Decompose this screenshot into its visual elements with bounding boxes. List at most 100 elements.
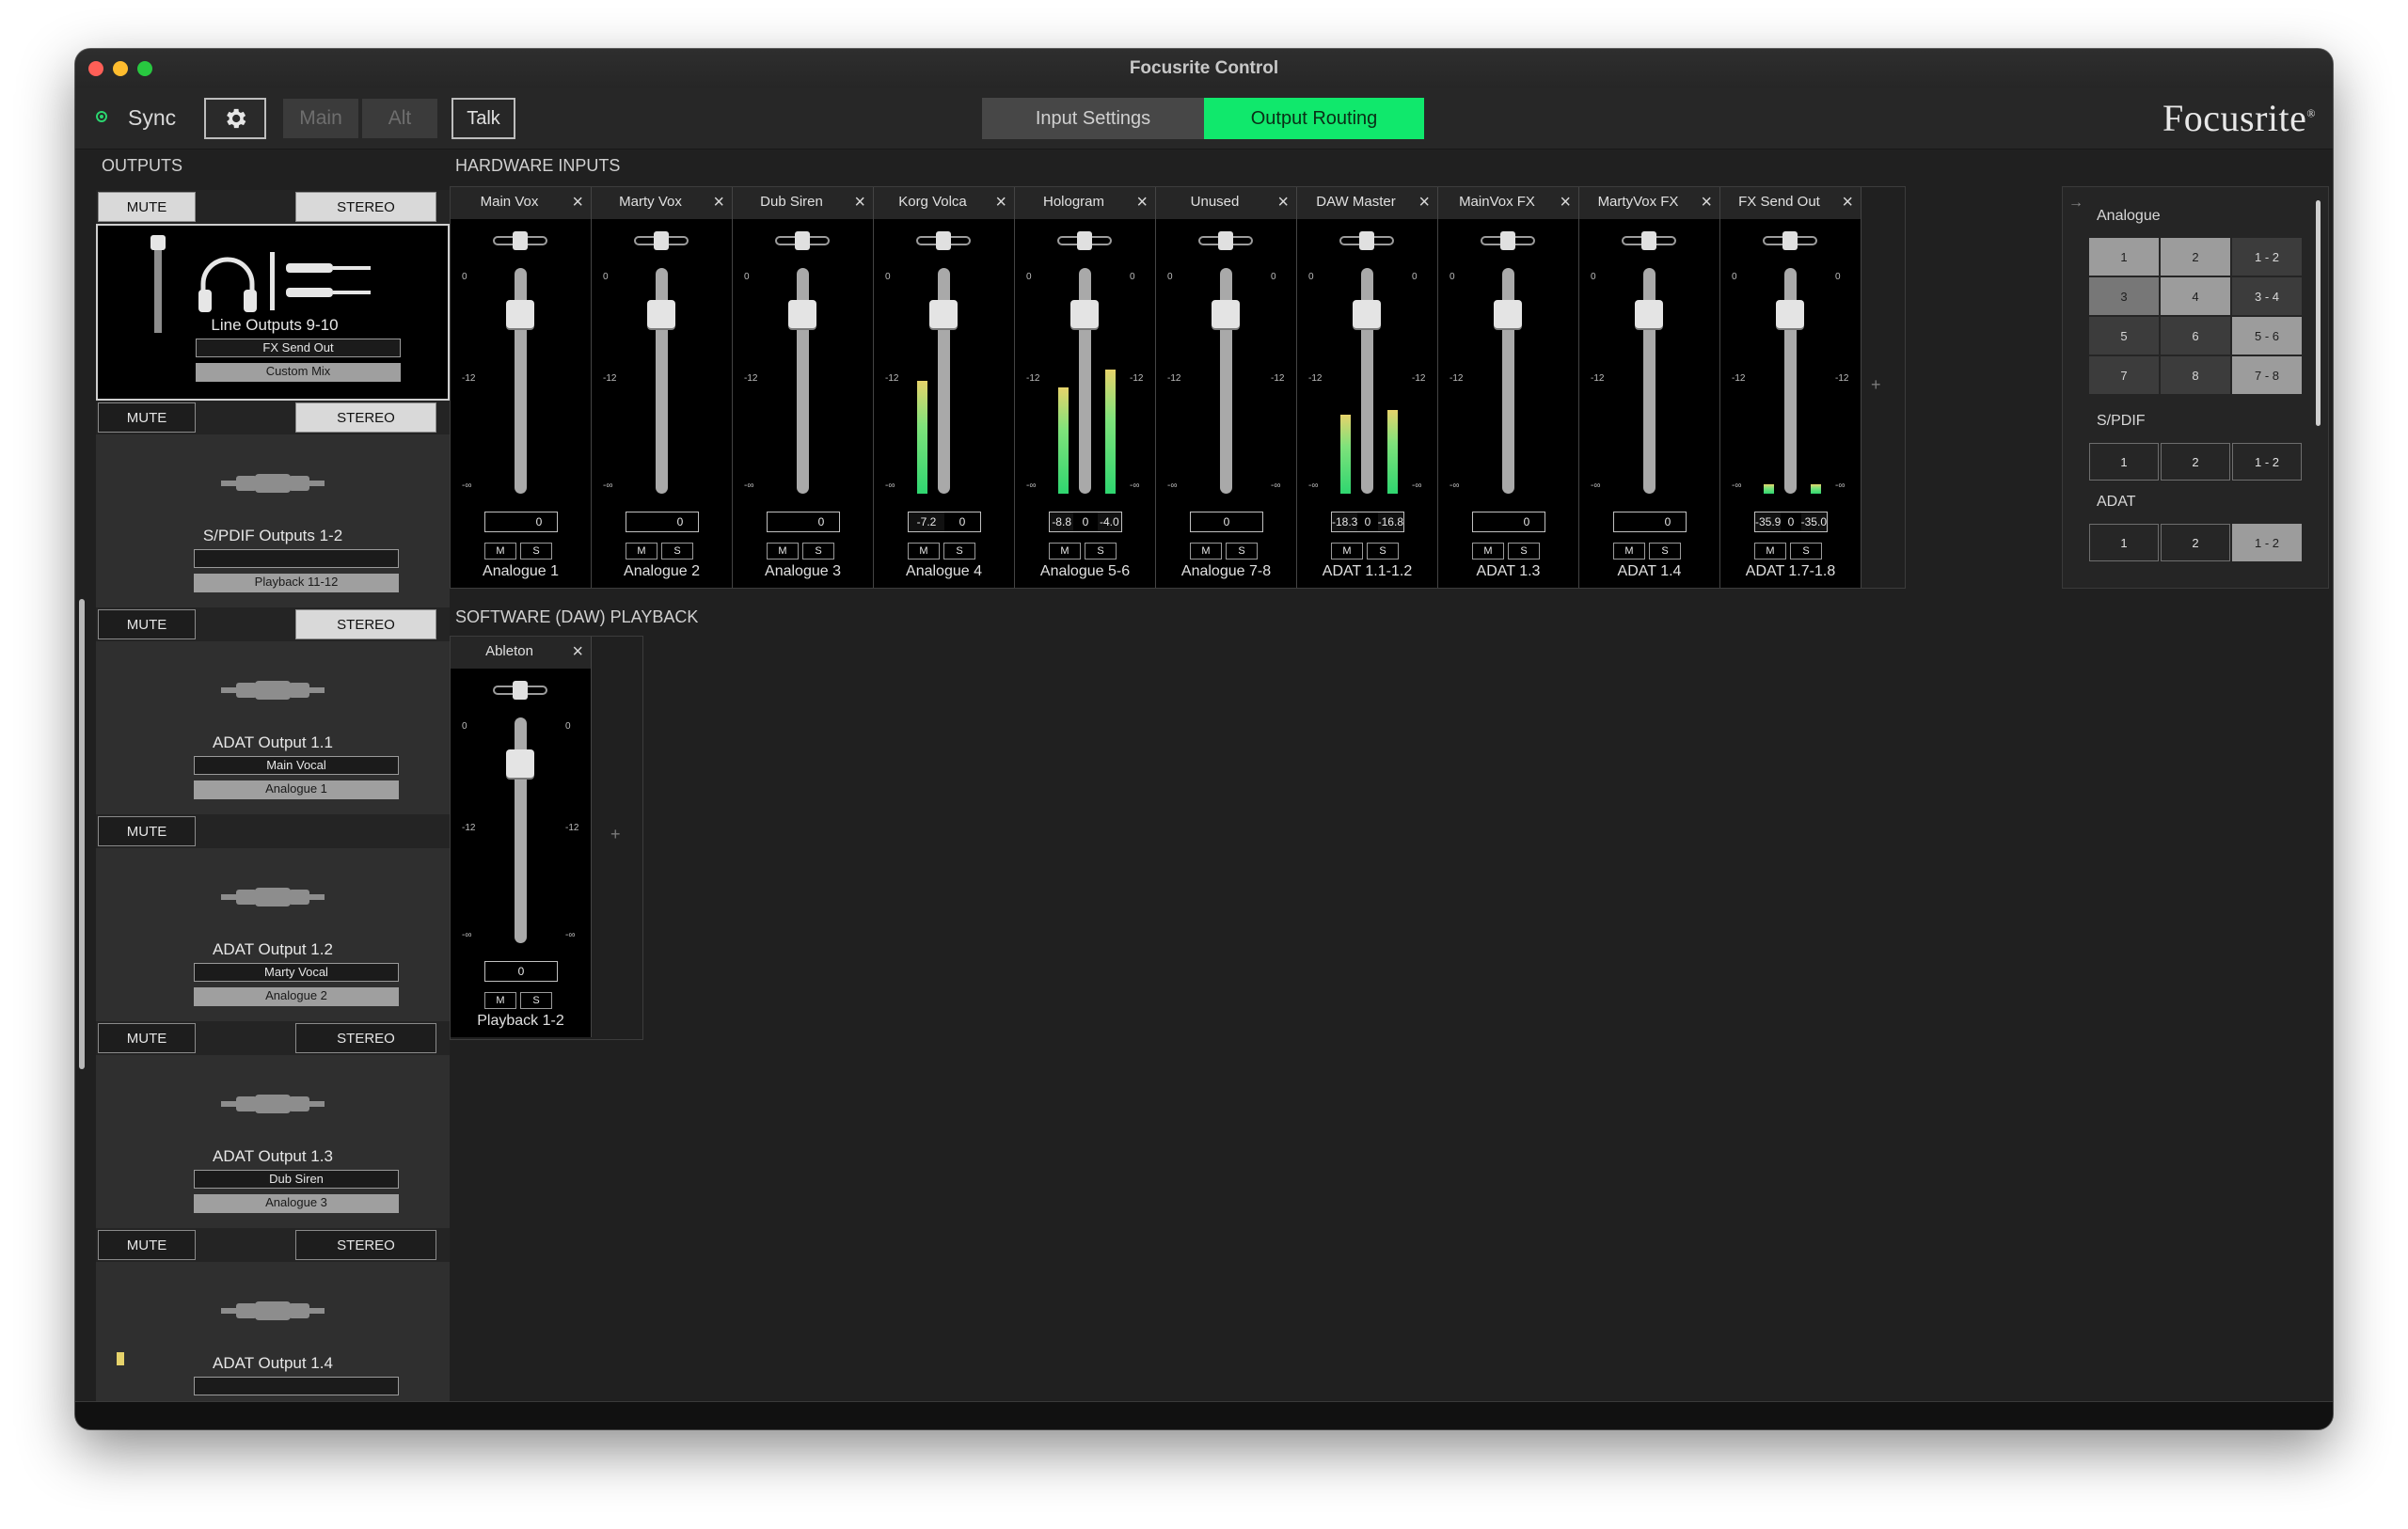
- output-card[interactable]: ADAT Output 1.2 Marty Vocal Analogue 2: [96, 848, 450, 1021]
- routing-channel-button[interactable]: 4: [2161, 277, 2230, 315]
- solo-button[interactable]: S: [802, 543, 834, 560]
- routing-channel-button[interactable]: 7: [2089, 356, 2159, 394]
- strip-name[interactable]: MartyVox FX: [1579, 194, 1697, 210]
- output-mix-name-field[interactable]: Main Vocal: [194, 756, 399, 775]
- settings-button[interactable]: [204, 98, 266, 139]
- mute-button[interactable]: M: [484, 543, 516, 560]
- remove-strip-icon[interactable]: ×: [1136, 193, 1148, 212]
- routing-channel-button[interactable]: 7 - 8: [2232, 356, 2302, 394]
- mute-button[interactable]: MUTE: [98, 192, 196, 222]
- stereo-button[interactable]: STEREO: [295, 1230, 436, 1260]
- mute-button[interactable]: M: [1049, 543, 1081, 560]
- solo-button[interactable]: S: [1790, 543, 1822, 560]
- routing-channel-button[interactable]: 1: [2089, 238, 2159, 276]
- volume-fader-handle[interactable]: [506, 749, 534, 778]
- strip-name[interactable]: DAW Master: [1297, 194, 1415, 210]
- stereo-button[interactable]: STEREO: [295, 402, 436, 433]
- remove-strip-icon[interactable]: ×: [1560, 193, 1571, 212]
- pan-slider[interactable]: [916, 231, 971, 250]
- gain-readout[interactable]: 0: [484, 512, 558, 532]
- routing-channel-button[interactable]: 1 - 2: [2232, 524, 2302, 561]
- strip-name[interactable]: MainVox FX: [1438, 194, 1556, 210]
- pan-slider[interactable]: [493, 681, 547, 700]
- add-playback-button[interactable]: +: [610, 825, 621, 844]
- solo-button[interactable]: S: [1085, 543, 1117, 560]
- remove-strip-icon[interactable]: ×: [1701, 193, 1712, 212]
- solo-button[interactable]: S: [520, 992, 552, 1009]
- gain-readout[interactable]: -18.3 0 -16.8: [1331, 512, 1404, 532]
- remove-strip-icon[interactable]: ×: [995, 193, 1006, 212]
- volume-fader-handle[interactable]: [1776, 300, 1804, 328]
- solo-button[interactable]: S: [1367, 543, 1399, 560]
- mute-button[interactable]: M: [626, 543, 657, 560]
- solo-button[interactable]: S: [943, 543, 975, 560]
- main-monitor-button[interactable]: Main: [283, 99, 358, 138]
- pan-slider[interactable]: [1763, 231, 1817, 250]
- output-card[interactable]: ADAT Output 1.3 Dub Siren Analogue 3: [96, 1055, 450, 1228]
- gain-readout[interactable]: 0: [626, 512, 699, 532]
- output-source-select[interactable]: Custom Mix: [196, 363, 401, 382]
- gain-readout[interactable]: 0: [484, 961, 558, 982]
- mute-button[interactable]: M: [767, 543, 799, 560]
- mute-button[interactable]: MUTE: [98, 1023, 196, 1053]
- outputs-scrollbar[interactable]: [79, 599, 85, 1069]
- volume-fader-handle[interactable]: [788, 300, 816, 328]
- routing-channel-button[interactable]: 2: [2161, 443, 2230, 481]
- stereo-button[interactable]: STEREO: [295, 1023, 436, 1053]
- routing-channel-button[interactable]: 2: [2161, 238, 2230, 276]
- solo-button[interactable]: S: [661, 543, 693, 560]
- routing-channel-button[interactable]: 1 - 2: [2232, 443, 2302, 481]
- routing-channel-button[interactable]: 3: [2089, 277, 2159, 315]
- routing-channel-button[interactable]: 3 - 4: [2232, 277, 2302, 315]
- strip-name[interactable]: Ableton: [451, 643, 568, 659]
- tab-input-settings[interactable]: Input Settings: [982, 98, 1204, 139]
- alt-monitor-button[interactable]: Alt: [362, 99, 437, 138]
- gain-readout[interactable]: 0: [1190, 512, 1263, 532]
- remove-strip-icon[interactable]: ×: [572, 193, 583, 212]
- mute-button[interactable]: M: [908, 543, 940, 560]
- routing-channel-button[interactable]: 1 - 2: [2232, 238, 2302, 276]
- output-source-select[interactable]: Analogue 1: [194, 780, 399, 799]
- output-card[interactable]: S/PDIF Outputs 1-2 Playback 11-12: [96, 434, 450, 607]
- pan-slider[interactable]: [1198, 231, 1253, 250]
- mute-button[interactable]: MUTE: [98, 816, 196, 846]
- talkback-button[interactable]: Talk: [452, 98, 515, 139]
- gain-readout[interactable]: 0: [1613, 512, 1687, 532]
- volume-fader-handle[interactable]: [647, 300, 675, 328]
- pan-slider[interactable]: [775, 231, 830, 250]
- stereo-button[interactable]: STEREO: [295, 192, 436, 222]
- mute-button[interactable]: MUTE: [98, 402, 196, 433]
- output-card[interactable]: Line Outputs 9-10 FX Send Out Custom Mix: [96, 224, 450, 401]
- gain-readout[interactable]: -35.9 0 -35.0: [1754, 512, 1828, 532]
- gain-readout[interactable]: -7.2 0: [908, 512, 981, 532]
- mute-button[interactable]: MUTE: [98, 1230, 196, 1260]
- mute-button[interactable]: M: [1472, 543, 1504, 560]
- pan-slider[interactable]: [1057, 231, 1112, 250]
- output-card[interactable]: ADAT Output 1.4: [96, 1262, 450, 1405]
- output-card[interactable]: ADAT Output 1.1 Main Vocal Analogue 1: [96, 641, 450, 814]
- volume-fader-handle[interactable]: [1353, 300, 1381, 328]
- mute-button[interactable]: M: [1331, 543, 1363, 560]
- mute-button[interactable]: M: [1754, 543, 1786, 560]
- add-input-button[interactable]: +: [1871, 375, 1881, 395]
- remove-strip-icon[interactable]: ×: [1842, 193, 1853, 212]
- routing-channel-button[interactable]: 2: [2161, 524, 2230, 561]
- tab-output-routing[interactable]: Output Routing: [1204, 98, 1424, 139]
- routing-scrollbar[interactable]: [2316, 200, 2321, 426]
- stereo-button[interactable]: STEREO: [295, 609, 436, 639]
- remove-strip-icon[interactable]: ×: [1277, 193, 1289, 212]
- volume-fader-handle[interactable]: [1212, 300, 1240, 328]
- solo-button[interactable]: S: [1226, 543, 1258, 560]
- output-source-select[interactable]: Playback 11-12: [194, 574, 399, 592]
- mute-button[interactable]: MUTE: [98, 609, 196, 639]
- output-mix-name-field[interactable]: [194, 1377, 399, 1395]
- strip-name[interactable]: Dub Siren: [733, 194, 850, 210]
- pan-slider[interactable]: [634, 231, 689, 250]
- gain-readout[interactable]: 0: [767, 512, 840, 532]
- remove-strip-icon[interactable]: ×: [1418, 193, 1430, 212]
- remove-strip-icon[interactable]: ×: [572, 642, 583, 661]
- solo-button[interactable]: S: [1508, 543, 1540, 560]
- remove-strip-icon[interactable]: ×: [713, 193, 724, 212]
- mute-button[interactable]: M: [1613, 543, 1645, 560]
- routing-channel-button[interactable]: 6: [2161, 317, 2230, 355]
